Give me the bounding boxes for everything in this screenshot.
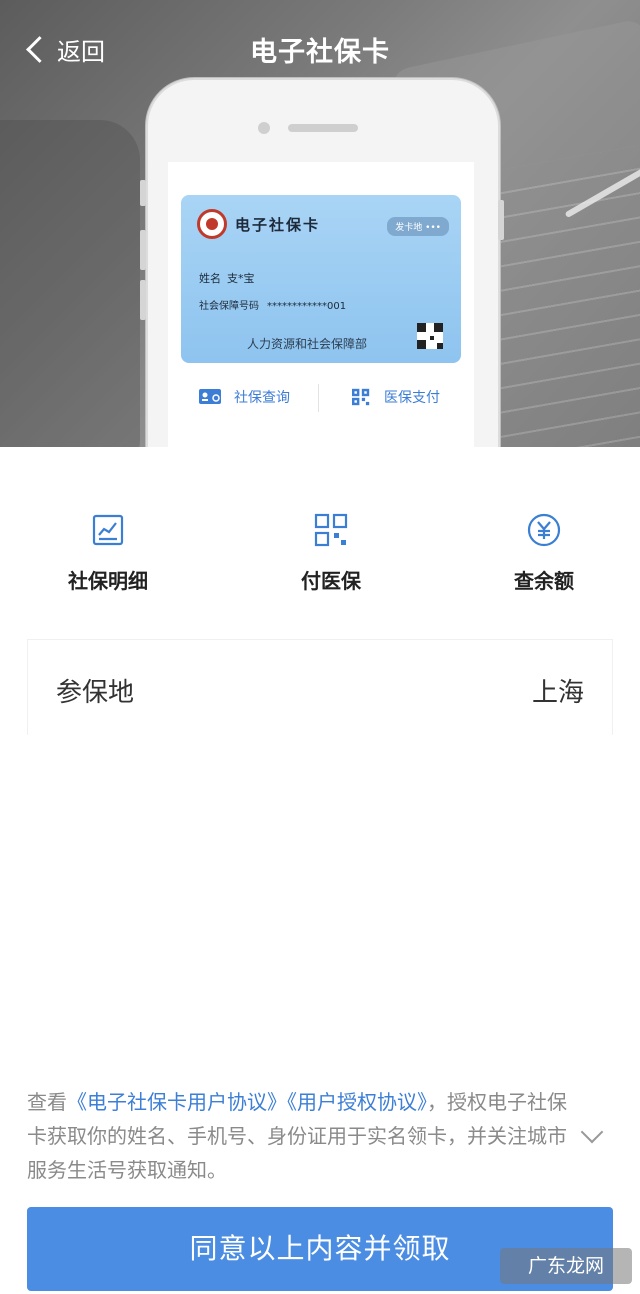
location-label: 参保地 [56,678,135,708]
watermark: 广东龙网 [500,1248,632,1284]
phone-side-button [140,180,146,206]
number-value: ************001 [267,301,347,312]
divider [318,384,319,412]
issuer-badge: 发卡地 ••• [387,217,449,236]
name-value: 支*宝 [227,272,255,285]
chevron-down-icon[interactable] [580,1120,604,1144]
feature-social-details[interactable]: 社保明细 [28,513,188,594]
qr-grid-icon [352,388,370,406]
agreement-text: 查看《电子社保卡用户协议》《用户授权协议》，授权电子社保卡获取你的姓名、手机号、… [27,1085,567,1187]
card-number: 社会保障号码 ************001 [199,297,346,312]
social-security-card: 电子社保卡 发卡地 ••• 姓名 支*宝 社会保障号码 ************00… [181,195,461,363]
location-value: 上海 [531,678,584,708]
medical-pay-action: 医保支付 [348,382,440,412]
insured-location-row[interactable]: 参保地 上海 [27,639,613,735]
chart-icon [91,513,125,547]
qr-code-icon [417,323,443,349]
yen-icon [527,513,561,547]
feature-label: 查余额 [514,569,574,593]
feature-pay-medical[interactable]: 付医保 [251,513,411,594]
card-name: 姓名 支*宝 [199,270,255,286]
agreement-prefix: 查看 [27,1090,67,1114]
card-department: 人力资源和社会保障部 [247,337,368,351]
authorization-agreement-link[interactable]: 《用户授权协议》 [287,1090,427,1114]
phone-side-button [140,230,146,270]
phone-speaker [288,124,358,132]
feature-label: 社保明细 [68,569,148,593]
phone-illustration: 电子社保卡 发卡地 ••• 姓名 支*宝 社会保障号码 ************00… [140,78,504,447]
card-title: 电子社保卡 [235,216,321,234]
feature-check-balance[interactable]: 查余额 [464,513,624,594]
social-query-label: 社保查询 [234,390,290,406]
medical-pay-label: 医保支付 [384,390,440,406]
page-title: 电子社保卡 [250,37,390,68]
phone-camera [258,122,270,134]
number-label: 社会保障号码 [199,301,259,312]
phone-screen: 电子社保卡 发卡地 ••• 姓名 支*宝 社会保障号码 ************00… [168,162,474,447]
phone-side-button [140,280,146,320]
user-agreement-link[interactable]: 《电子社保卡用户协议》 [67,1090,287,1114]
emblem-icon [197,209,227,239]
card-actions: 社保查询 医保支付 [168,372,474,422]
feature-label: 付医保 [301,569,361,593]
name-label: 姓名 [199,272,221,285]
social-query-action: 社保查询 [198,382,290,412]
background-shadow [0,120,140,447]
top-nav-bar: 返回 电子社保卡 [0,0,640,96]
grid-icon [314,513,348,547]
hero-banner: 电子社保卡 发卡地 ••• 姓名 支*宝 社会保障号码 ************00… [0,0,640,447]
feature-row: 社保明细 付医保 查余额 [0,447,640,637]
id-card-search-icon [199,389,221,404]
phone-side-button [498,200,504,240]
